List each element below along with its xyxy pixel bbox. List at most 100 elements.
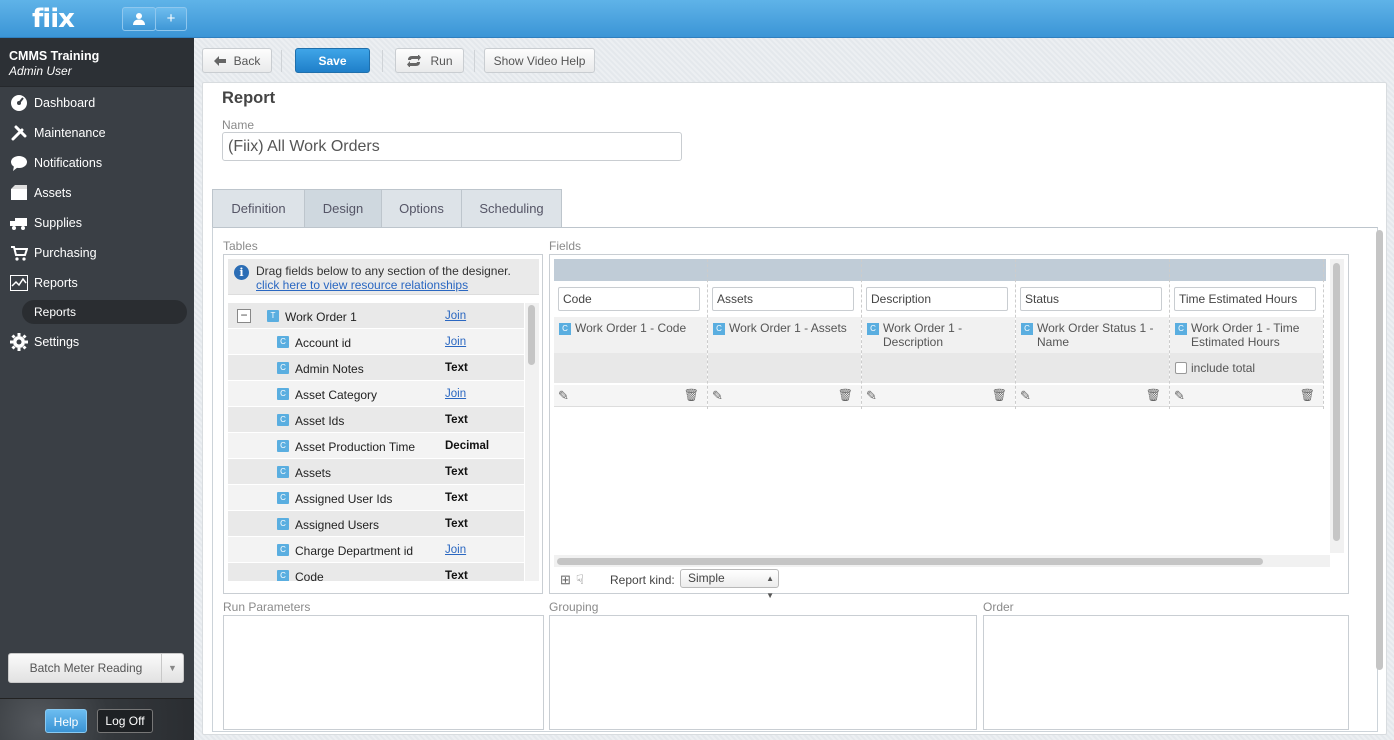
sidebar-item-label: Assets (34, 186, 72, 200)
tree-field-row[interactable]: C Assigned Users Text (228, 511, 524, 537)
column-icon: C (277, 440, 289, 452)
trash-icon[interactable]: 🗑 (992, 388, 1007, 402)
include-total-label: include total (1191, 361, 1256, 375)
sidebar-subitem-reports[interactable]: Reports (22, 300, 187, 324)
run-parameters-dropzone[interactable] (223, 615, 544, 730)
trash-icon[interactable]: 🗑 (1146, 388, 1161, 402)
tree-field-row[interactable]: C Asset Category Join (228, 381, 524, 407)
column-header-input[interactable]: Assets (712, 287, 854, 311)
grouping-dropzone[interactable] (549, 615, 977, 730)
field-name: Assigned User Ids (295, 492, 393, 506)
report-kind-select[interactable]: Simple ▲ ▼ (680, 569, 779, 600)
column-header-input[interactable]: Code (558, 287, 700, 311)
field-column: Status C Work Order Status 1 - Name ✎ 🗑 (1016, 259, 1170, 409)
field-type: Text (445, 518, 468, 530)
tree-field-row[interactable]: C Asset Ids Text (228, 407, 524, 433)
sidebar-item-maintenance[interactable]: Maintenance (0, 118, 194, 148)
tree-field-row[interactable]: C Assets Text (228, 459, 524, 485)
sidebar-item-notifications[interactable]: Notifications (0, 148, 194, 178)
column-header-input[interactable]: Time Estimated Hours (1174, 287, 1316, 311)
select-arrows-icon: ▲ ▼ (766, 574, 774, 600)
tree-root-row[interactable]: − T Work Order 1 Join (228, 303, 524, 329)
tree-field-row[interactable]: C Code Text (228, 563, 524, 581)
log-off-button[interactable]: Log Off (97, 709, 153, 733)
thumbs-down-icon[interactable]: ☟ (576, 572, 584, 588)
join-link[interactable]: Join (445, 336, 466, 348)
company-name: CMMS Training (9, 49, 100, 63)
tree-field-row[interactable]: C Admin Notes Text (228, 355, 524, 381)
include-total-checkbox[interactable] (1175, 362, 1187, 374)
column-header-input[interactable]: Description (866, 287, 1008, 311)
plus-icon: + (166, 10, 176, 27)
sidebar-item-supplies[interactable]: Supplies (0, 208, 194, 238)
tab-scheduling[interactable]: Scheduling (462, 189, 562, 227)
table-tree: − T Work Order 1 Join C Account id Join C Ad… (228, 303, 524, 581)
fiix-logo[interactable]: fiix (32, 4, 75, 34)
column-icon: C (277, 544, 289, 556)
designer-scrollbar[interactable] (1374, 230, 1386, 730)
tab-design[interactable]: Design (305, 189, 382, 227)
sidebar-item-label: Settings (34, 335, 80, 349)
company-header: CMMS Training Admin User (0, 38, 194, 87)
save-button[interactable]: Save (295, 48, 370, 73)
tables-scrollbar[interactable] (525, 303, 539, 581)
scroll-thumb[interactable] (528, 305, 535, 365)
sidebar-item-reports[interactable]: Reports (0, 268, 194, 298)
help-button[interactable]: Help (45, 709, 87, 733)
fields-label: Fields (549, 239, 582, 253)
user-button[interactable] (122, 7, 156, 31)
add-button[interactable]: + (155, 7, 187, 31)
tree-root-join-link[interactable]: Join (445, 310, 466, 322)
scroll-thumb[interactable] (1376, 230, 1383, 670)
edit-icon[interactable]: ✎ (866, 388, 877, 404)
sidebar-item-label: Reports (34, 276, 78, 290)
edit-icon[interactable]: ✎ (712, 388, 723, 404)
toolbar-divider (474, 50, 475, 72)
sidebar-item-assets[interactable]: Assets (0, 178, 194, 208)
add-column-icon[interactable]: ⊞ (560, 572, 571, 588)
column-total-row (1016, 353, 1169, 383)
batch-meter-reading-button[interactable]: Batch Meter Reading ▼ (8, 653, 184, 683)
show-video-help-button[interactable]: Show Video Help (484, 48, 595, 73)
edit-icon[interactable]: ✎ (1174, 388, 1185, 404)
field-column: Description C Work Order 1 - Description ✎ 🗑 (862, 259, 1016, 409)
join-link[interactable]: Join (445, 388, 466, 400)
back-button[interactable]: Back (202, 48, 272, 73)
tree-field-row[interactable]: C Assigned User Ids Text (228, 485, 524, 511)
sidebar-item-settings[interactable]: Settings (0, 327, 194, 357)
fields-horizontal-scrollbar[interactable] (554, 555, 1330, 567)
fields-vertical-scrollbar[interactable] (1330, 259, 1344, 553)
trash-icon[interactable]: 🗑 (684, 388, 699, 402)
edit-icon[interactable]: ✎ (558, 388, 569, 404)
column-icon: C (1021, 323, 1033, 335)
scroll-thumb[interactable] (1333, 263, 1340, 541)
order-dropzone[interactable] (983, 615, 1349, 730)
scroll-thumb[interactable] (557, 558, 1263, 565)
field-type: Text (445, 466, 468, 478)
sidebar-item-purchasing[interactable]: Purchasing (0, 238, 194, 268)
run-button[interactable]: Run (395, 48, 464, 73)
trash-icon[interactable]: 🗑 (1300, 388, 1315, 402)
edit-icon[interactable]: ✎ (1020, 388, 1031, 404)
column-total-row (554, 353, 707, 383)
field-type: Text (445, 362, 468, 374)
tab-options[interactable]: Options (382, 189, 462, 227)
column-source: C Work Order 1 - Code (554, 317, 707, 353)
chevron-down-icon[interactable]: ▼ (161, 654, 183, 682)
join-link[interactable]: Join (445, 544, 466, 556)
tab-definition[interactable]: Definition (212, 189, 305, 227)
toolbar-divider (281, 50, 282, 72)
column-total-row: include total (1170, 353, 1323, 383)
order-label: Order (983, 600, 1014, 614)
trash-icon[interactable]: 🗑 (838, 388, 853, 402)
field-type: Text (445, 570, 468, 581)
tree-field-row[interactable]: C Charge Department id Join (228, 537, 524, 563)
sidebar-item-dashboard[interactable]: Dashboard (0, 88, 194, 118)
tree-field-row[interactable]: C Asset Production Time Decimal (228, 433, 524, 459)
column-header-input[interactable]: Status (1020, 287, 1162, 311)
report-name-input[interactable]: (Fiix) All Work Orders (222, 132, 682, 161)
page-title: Report (222, 89, 276, 107)
collapse-icon[interactable]: − (237, 309, 251, 323)
resource-relationships-link[interactable]: click here to view resource relationship… (256, 278, 511, 292)
tree-field-row[interactable]: C Account id Join (228, 329, 524, 355)
